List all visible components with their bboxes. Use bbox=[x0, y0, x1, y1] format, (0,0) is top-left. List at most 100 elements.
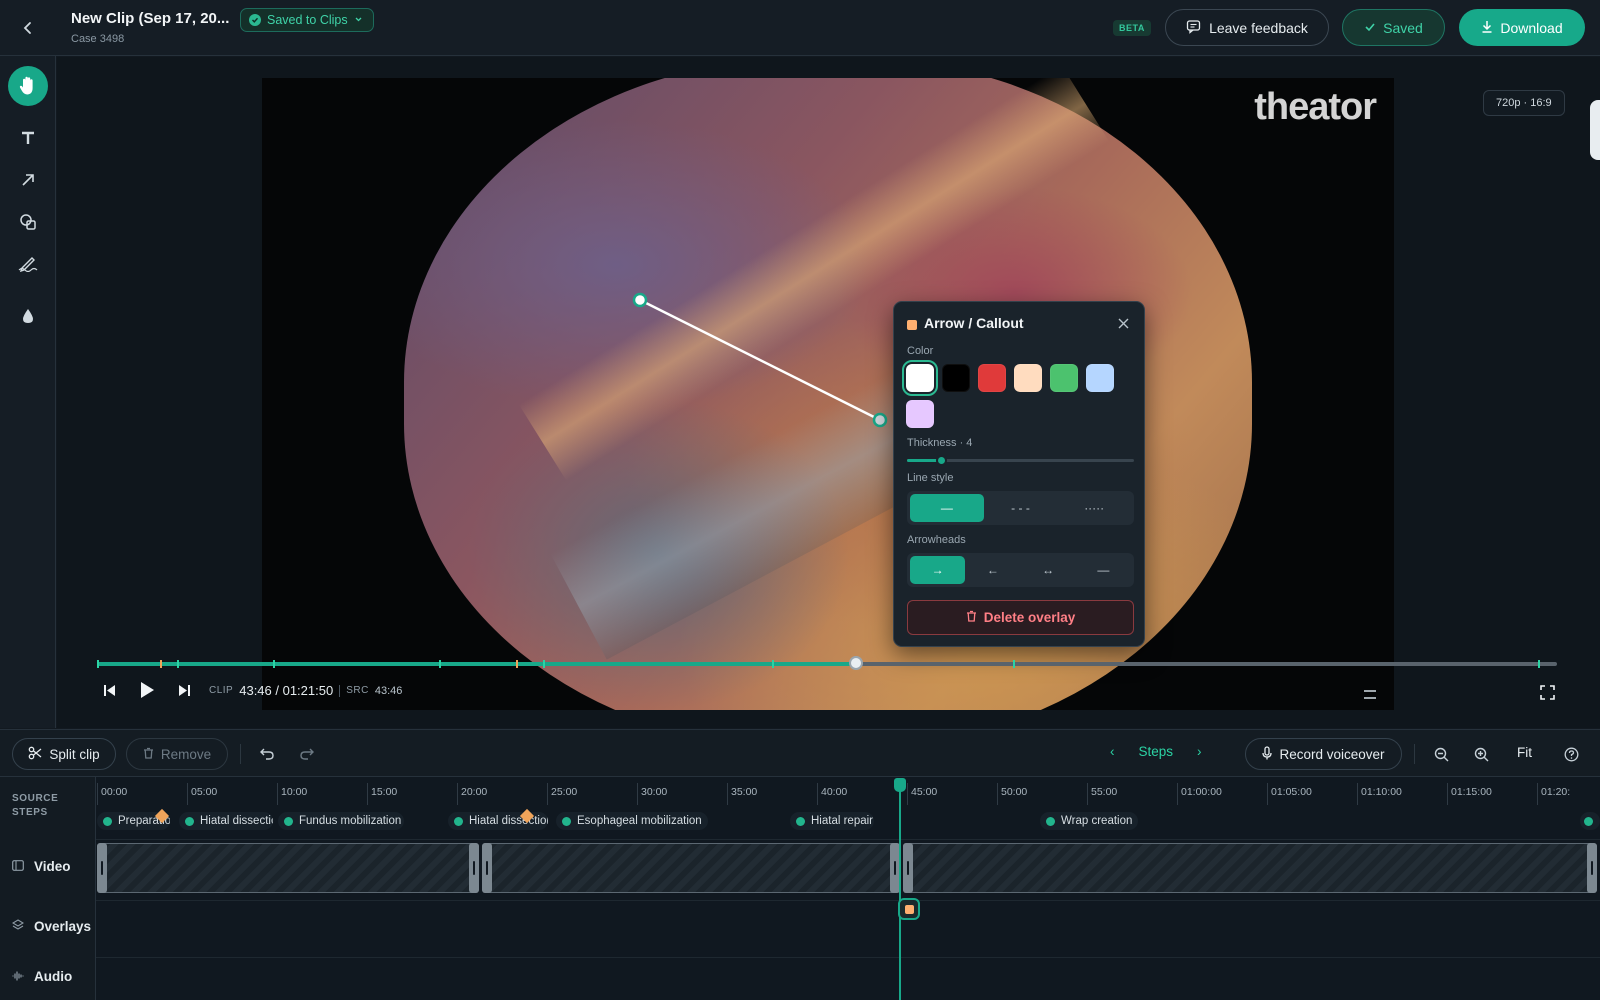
shapes-tool-icon[interactable] bbox=[8, 202, 48, 242]
step-chip[interactable]: Esophageal mobilization bbox=[556, 812, 708, 830]
thickness-slider-knob[interactable] bbox=[936, 455, 948, 466]
line-style-selector: — - - - ····· bbox=[907, 491, 1134, 525]
layers-icon bbox=[11, 919, 25, 934]
text-tool-icon[interactable] bbox=[8, 118, 48, 158]
delete-overlay-button[interactable]: Delete overlay bbox=[907, 600, 1134, 635]
ruler-time-label: 50:00 bbox=[1001, 786, 1028, 798]
arrowhead-both[interactable]: ↔ bbox=[1021, 556, 1076, 584]
scrubber-step-marker bbox=[1013, 660, 1015, 668]
color-swatch-1[interactable] bbox=[942, 364, 970, 392]
ruler-tick bbox=[367, 783, 368, 805]
ruler-time-label: 55:00 bbox=[1091, 786, 1118, 798]
line-style-solid[interactable]: — bbox=[910, 494, 984, 522]
ruler-time-label: 35:00 bbox=[731, 786, 758, 798]
split-clip-button[interactable]: Split clip bbox=[12, 738, 116, 770]
ruler-tick bbox=[457, 783, 458, 805]
skip-forward-icon[interactable] bbox=[176, 682, 192, 698]
saved-to-clips-dropdown[interactable]: Saved to Clips bbox=[240, 8, 374, 32]
side-panel-tab[interactable] bbox=[1590, 100, 1600, 160]
next-step-icon[interactable]: › bbox=[1197, 744, 1202, 759]
arrow-tool-icon[interactable] bbox=[8, 160, 48, 200]
back-arrow-icon[interactable] bbox=[16, 16, 40, 40]
fullscreen-icon[interactable] bbox=[1538, 683, 1556, 701]
video-clip-segment[interactable] bbox=[97, 843, 479, 893]
time-ruler[interactable]: 00:00 05:00 10:00 15:00 20:00 25:00 30:00 35:00… bbox=[97, 777, 1600, 805]
resolution-badge[interactable]: 720p · 16:9 bbox=[1483, 90, 1565, 116]
video-clip-segment[interactable] bbox=[903, 843, 1597, 893]
zoom-in-icon[interactable] bbox=[1471, 744, 1491, 764]
download-button[interactable]: Download bbox=[1459, 9, 1585, 46]
steps-navigator: ‹ Steps › bbox=[1110, 744, 1202, 759]
step-chip[interactable]: Fundus mobilization bbox=[278, 812, 404, 830]
arrowheads-label: Arrowheads bbox=[907, 534, 966, 546]
playback-scrubber[interactable] bbox=[97, 656, 1557, 670]
waveform-icon bbox=[12, 969, 24, 984]
ruler-tick bbox=[1537, 783, 1538, 805]
color-swatch-3[interactable] bbox=[1014, 364, 1042, 392]
ruler-tick bbox=[997, 783, 998, 805]
hand-tool-icon[interactable] bbox=[8, 66, 48, 106]
ruler-tick bbox=[1087, 783, 1088, 805]
step-chip[interactable]: Hiatal repair bbox=[790, 812, 874, 830]
trash-icon bbox=[143, 747, 154, 762]
video-track-label: Video bbox=[12, 859, 71, 874]
previous-step-icon[interactable]: ‹ bbox=[1110, 744, 1115, 759]
redo-icon[interactable] bbox=[297, 744, 317, 764]
line-style-dotted[interactable]: ····· bbox=[1057, 494, 1131, 522]
ruler-tick bbox=[1447, 783, 1448, 805]
color-swatch-6[interactable] bbox=[906, 400, 934, 428]
remove-button[interactable]: Remove bbox=[126, 738, 228, 770]
ruler-time-label: 20:00 bbox=[461, 786, 488, 798]
step-chip[interactable]: Wrap creation bbox=[1040, 812, 1138, 830]
theator-watermark: theator bbox=[1254, 86, 1377, 128]
clip-title[interactable]: New Clip (Sep 17, 20... bbox=[71, 10, 229, 27]
step-label: Hiatal repair bbox=[811, 815, 873, 827]
step-chip[interactable]: Hiatal dissectio bbox=[179, 812, 273, 830]
clip-trim-handle[interactable] bbox=[469, 843, 479, 893]
color-swatch-0[interactable] bbox=[902, 360, 938, 396]
color-swatch-2[interactable] bbox=[978, 364, 1006, 392]
clip-trim-handle[interactable] bbox=[903, 843, 913, 893]
step-dot bbox=[103, 816, 112, 826]
scrubber-overlay-marker bbox=[160, 660, 162, 668]
scissors-icon bbox=[28, 746, 42, 763]
leave-feedback-button[interactable]: Leave feedback bbox=[1165, 9, 1329, 46]
video-clip-segment[interactable] bbox=[482, 843, 900, 893]
steps-label[interactable]: Steps bbox=[1139, 744, 1174, 759]
color-swatch-5[interactable] bbox=[1086, 364, 1114, 392]
thickness-slider[interactable] bbox=[907, 455, 1134, 466]
clip-time-label: CLIP bbox=[209, 685, 234, 696]
color-palette bbox=[902, 360, 1136, 428]
arrowhead-none[interactable]: — bbox=[1076, 556, 1131, 584]
scrubber-step-marker bbox=[273, 660, 275, 668]
clip-trim-handle[interactable] bbox=[1587, 843, 1597, 893]
overlays-track-name: Overlays bbox=[34, 919, 92, 934]
record-voiceover-button[interactable]: Record voiceover bbox=[1245, 738, 1402, 770]
close-icon[interactable] bbox=[1114, 314, 1132, 332]
play-icon[interactable] bbox=[138, 681, 156, 699]
help-icon[interactable] bbox=[1561, 744, 1581, 764]
pen-tool-icon[interactable] bbox=[8, 244, 48, 284]
blur-drop-icon[interactable] bbox=[8, 296, 48, 336]
line-style-dashed[interactable]: - - - bbox=[984, 494, 1058, 522]
zoom-out-icon[interactable] bbox=[1431, 744, 1451, 764]
color-label: Color bbox=[907, 345, 934, 357]
ruler-time-label: 40:00 bbox=[821, 786, 848, 798]
color-swatch-4[interactable] bbox=[1050, 364, 1078, 392]
step-chip[interactable] bbox=[1580, 812, 1600, 830]
clip-trim-handle[interactable] bbox=[97, 843, 107, 893]
skip-back-icon[interactable] bbox=[101, 682, 117, 698]
arrowhead-start[interactable]: ← bbox=[965, 556, 1020, 584]
video-frame[interactable]: theator bbox=[262, 78, 1394, 710]
saved-button[interactable]: Saved bbox=[1342, 9, 1445, 46]
overlay-clip-marker[interactable] bbox=[898, 898, 920, 920]
timeline-playhead-handle[interactable] bbox=[894, 778, 906, 792]
scrubber-overlay-marker bbox=[516, 660, 518, 668]
arrowhead-end[interactable]: → bbox=[910, 556, 966, 584]
subtitles-icon[interactable] bbox=[1362, 686, 1378, 702]
ruler-time-label: 01:20: bbox=[1541, 786, 1571, 798]
fit-button[interactable]: Fit bbox=[1517, 745, 1532, 760]
source-time: 43:46 bbox=[374, 684, 403, 697]
clip-trim-handle[interactable] bbox=[482, 843, 492, 893]
undo-icon[interactable] bbox=[257, 744, 277, 764]
